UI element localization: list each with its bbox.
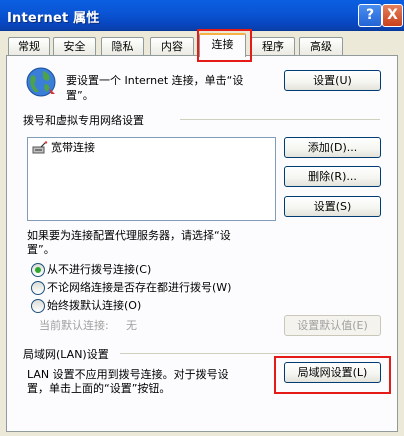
connection-name: 宽带连接 [51,141,95,154]
lan-description-line2: 置，单击上面的“设置”按钮。 [27,382,171,395]
set-default-button[interactable]: 设置默认值(E) [284,315,381,336]
tab-general[interactable]: 常规 [8,37,50,55]
lan-highlight-box [274,356,391,394]
always-dial-default-label[interactable]: 始终拨默认连接(O) [47,298,141,313]
remove-button[interactable]: 删除(R)... [284,166,381,187]
dialup-settings-button[interactable]: 设置(S) [284,196,381,217]
internet-globe-icon [26,67,56,97]
proxy-description-line2: 置”。 [27,243,55,256]
lan-description-line1: LAN 设置不应用到拨号连接。对于拨号设 [27,368,229,381]
list-item[interactable]: 宽带连接 [32,141,95,155]
tab-security[interactable]: 安全 [53,37,96,55]
dial-whenever-label[interactable]: 不论网络连接是否存在都进行拨号(W) [47,280,231,295]
proxy-description-line1: 如果要为连接配置代理服务器，请选择“设 [27,229,231,242]
dialup-group-label: 拨号和虚拟专用网络设置 [23,112,148,128]
lan-group-label: 局域网(LAN)设置 [23,346,113,362]
close-button[interactable]: X [382,4,403,27]
dialup-separator [180,119,380,120]
current-default-value: 无 [126,319,137,332]
setup-button[interactable]: 设置(U) [284,70,381,91]
window-title: Internet 属性 [7,11,100,26]
tab-content[interactable]: 内容 [150,37,194,55]
help-button[interactable]: ? [358,4,382,27]
title-bar: Internet 属性 ? X [0,0,404,31]
always-dial-default-radio[interactable] [31,299,45,313]
tab-highlight-box [197,29,252,62]
setup-description-line2: 置”。 [66,89,94,102]
connections-listbox[interactable]: 宽带连接 [27,137,276,221]
never-dial-radio[interactable] [31,263,45,277]
never-dial-label[interactable]: 从不进行拨号连接(C) [47,262,151,277]
tab-programs[interactable]: 程序 [251,37,295,55]
tab-advanced[interactable]: 高级 [299,37,343,55]
add-button[interactable]: 添加(D)... [284,137,381,158]
broadband-connection-icon [32,141,48,154]
lan-separator [120,353,380,354]
setup-description-line1: 要设置一个 Internet 连接，单击“设 [66,74,244,87]
tab-privacy[interactable]: 隐私 [101,37,144,55]
dial-whenever-radio[interactable] [31,281,45,295]
current-default-label: 当前默认连接: [39,319,109,332]
